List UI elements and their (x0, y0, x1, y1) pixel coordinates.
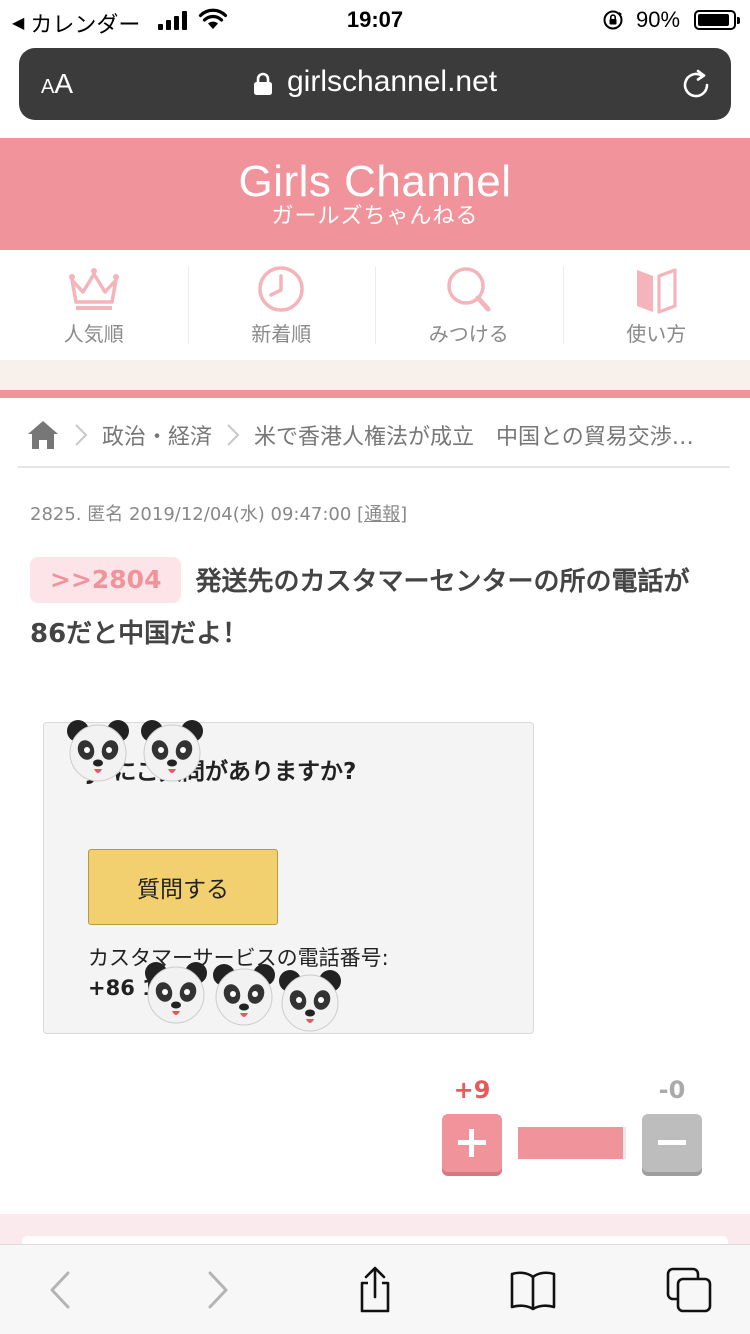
breadcrumb-category[interactable]: 政治・経済 (102, 419, 212, 451)
reply-anchor-link[interactable]: >>2804 (30, 557, 182, 603)
url-text[interactable]: girlschannel.net (287, 65, 497, 99)
book-icon (637, 268, 677, 314)
panda-emoji-icon (145, 962, 207, 1024)
site-logo[interactable]: Girls Channel (0, 158, 750, 206)
chevron-right-icon (75, 424, 88, 446)
minus-vote-count: -0 (658, 1076, 686, 1104)
comment-meta: 2825. 匿名 2019/12/04(水) 09:47:00 [通報] (30, 500, 407, 526)
bookmarks-icon[interactable] (508, 1265, 558, 1315)
nav-howto[interactable]: 使い方 (562, 250, 750, 360)
clock-icon (258, 266, 304, 312)
tabs-icon[interactable] (664, 1265, 714, 1315)
lock-icon (254, 72, 272, 95)
divider-line (0, 390, 750, 398)
breadcrumb: 政治・経済 米で香港人権法が成立 中国との貿易交渉… (18, 404, 730, 468)
report-link[interactable]: 通報 (364, 504, 400, 525)
nav-howto-label: 使い方 (626, 322, 687, 346)
attached-image[interactable]: JPにご質問がありますか? 質問する カスタマーサービスの電話番号: +86 1 (43, 720, 534, 1034)
panda-emoji-icon (213, 964, 275, 1026)
address-bar-area: AA girlschannel.net (0, 40, 750, 138)
nav-newest[interactable]: 新着順 (187, 250, 376, 360)
crown-icon (68, 268, 119, 310)
nav-popular-label: 人気順 (63, 322, 124, 346)
comment-meta-info: 2825. 匿名 2019/12/04(水) 09:47:00 [ (30, 504, 365, 525)
battery-percent: 90% (636, 7, 681, 32)
vote-ratio-bar (518, 1127, 626, 1159)
comment-meta-suffix: ] (400, 504, 408, 525)
nav-discover[interactable]: みつける (375, 250, 563, 360)
share-icon[interactable] (350, 1265, 400, 1315)
nav-newest-label: 新着順 (251, 322, 312, 346)
status-bar: ◀ カレンダー 19:07 90% (0, 0, 750, 40)
address-bar[interactable]: AA girlschannel.net (19, 48, 731, 120)
panda-emoji-icon (279, 970, 341, 1032)
plus-vote-count: +9 (453, 1076, 491, 1104)
breadcrumb-topic[interactable]: 米で香港人権法が成立 中国との貿易交渉… (254, 419, 694, 451)
home-icon[interactable] (26, 419, 60, 451)
image-ask-button: 質問する (88, 849, 278, 925)
minus-vote-button[interactable] (642, 1114, 702, 1172)
comment-body: >>2804 発送先のカスタマーセンターの所の電話が86だと中国だよ！ (30, 556, 720, 660)
panda-emoji-icon (67, 720, 129, 782)
vote-ratio-fill (518, 1127, 623, 1159)
panda-emoji-icon (141, 720, 203, 782)
site-header[interactable]: Girls Channel ガールズちゃんねる (0, 138, 750, 250)
chevron-right-icon (227, 424, 240, 446)
battery-icon (694, 10, 740, 30)
site-logo-subtitle: ガールズちゃんねる (271, 204, 479, 229)
nav-discover-label: みつける (428, 322, 509, 346)
forward-icon[interactable] (192, 1265, 242, 1315)
reader-view-button[interactable]: AA (41, 68, 73, 100)
search-icon (447, 267, 491, 312)
nav-popular[interactable]: 人気順 (0, 250, 188, 360)
reload-icon[interactable] (679, 68, 713, 102)
browser-toolbar (0, 1244, 750, 1334)
main-nav: 人気順 新着順 みつける 使い方 (0, 250, 750, 360)
spacer-band (0, 360, 750, 390)
back-icon[interactable] (36, 1265, 86, 1315)
rotation-lock-icon (603, 10, 623, 30)
plus-vote-button[interactable] (442, 1114, 502, 1172)
